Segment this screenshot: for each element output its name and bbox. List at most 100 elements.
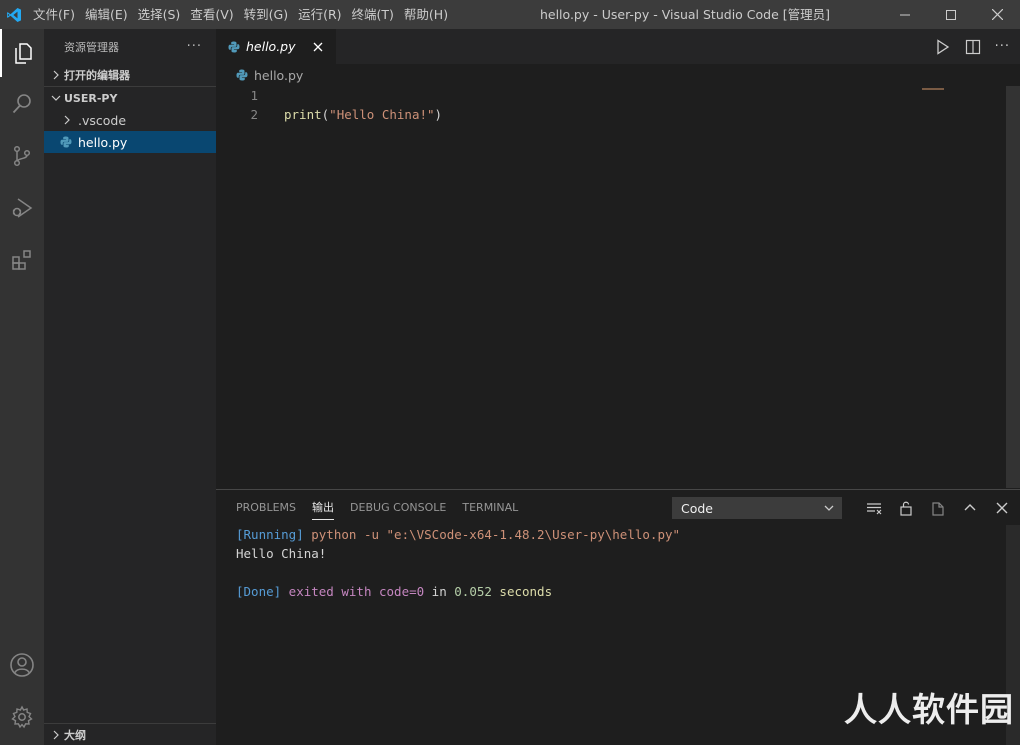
- manage-button[interactable]: [0, 693, 44, 741]
- more-actions-icon[interactable]: ···: [995, 39, 1010, 54]
- settings-gear-icon: [11, 705, 33, 729]
- minimap[interactable]: [922, 88, 944, 90]
- menu-file[interactable]: 文件(F): [28, 0, 80, 29]
- editor-scrollbar[interactable]: [1006, 86, 1020, 488]
- more-actions-button[interactable]: ···: [187, 39, 202, 54]
- close-icon: [996, 502, 1008, 513]
- title-bar: 文件(F) 编辑(E) 选择(S) 查看(V) 转到(G) 运行(R) 终端(T…: [0, 0, 1020, 29]
- editor-tabs: hello.py ···: [216, 29, 1020, 64]
- output-done-time: 0.052: [454, 584, 492, 599]
- chevron-down-icon: [823, 502, 835, 517]
- search-button[interactable]: [0, 80, 44, 128]
- accounts-button[interactable]: [0, 641, 44, 689]
- split-editor-button[interactable]: [965, 39, 981, 55]
- menu-go[interactable]: 转到(G): [239, 0, 293, 29]
- search-icon: [12, 94, 31, 114]
- close-icon: [991, 9, 1003, 20]
- outline-section[interactable]: 大纲: [44, 723, 216, 745]
- minimize-icon: [900, 14, 910, 15]
- code-token-string: "Hello China!": [329, 107, 435, 122]
- open-log-file-icon: [932, 501, 944, 516]
- editor-actions: ···: [935, 29, 1010, 64]
- output-channel-select[interactable]: Code: [672, 497, 842, 519]
- chevron-down-icon: [48, 93, 64, 103]
- window-controls: [882, 0, 1020, 29]
- code-token-function: print: [284, 107, 322, 122]
- output-running-command: python -u "e:\VSCode-x64-1.48.2\User-py\…: [303, 527, 681, 542]
- extensions-icon: [12, 250, 31, 270]
- unlock-icon: [900, 501, 912, 516]
- extensions-button[interactable]: [0, 236, 44, 284]
- menu-terminal[interactable]: 终端(T): [347, 0, 399, 29]
- output-line-running: [Running] python -u "e:\VSCode-x64-1.48.…: [236, 525, 680, 544]
- code-token-paren: ): [434, 107, 443, 122]
- chevron-up-icon: [964, 503, 976, 510]
- code-line: 2 print("Hello China!"): [216, 105, 1004, 124]
- run-debug-icon: [12, 198, 33, 218]
- explorer-button[interactable]: [0, 29, 44, 77]
- chevron-right-icon: [48, 70, 64, 80]
- menu-selection[interactable]: 选择(S): [133, 0, 186, 29]
- maximize-panel-button[interactable]: [960, 498, 980, 518]
- run-file-button[interactable]: [935, 38, 951, 55]
- explorer-sidebar: 资源管理器 ··· 打开的编辑器 USER-PY .vscode hello.p…: [44, 29, 216, 745]
- output-line-done: [Done] exited with code=0 in 0.052 secon…: [236, 582, 552, 601]
- scroll-lock-button[interactable]: [896, 498, 916, 518]
- tree-item-label: .vscode: [78, 112, 127, 128]
- line-number: 1: [250, 88, 258, 103]
- menu-help[interactable]: 帮助(H): [399, 0, 453, 29]
- source-control-button[interactable]: [0, 132, 44, 180]
- run-debug-button[interactable]: [0, 184, 44, 232]
- editor-group: hello.py ··· hello.py 1 2 print("Hello C…: [216, 29, 1020, 488]
- menu-edit[interactable]: 编辑(E): [80, 0, 133, 29]
- clear-output-icon: [867, 502, 882, 514]
- editor-scrollbar-thumb[interactable]: [1006, 86, 1020, 488]
- close-tab-button[interactable]: [310, 39, 326, 55]
- output-done-tag: [Done]: [236, 584, 282, 599]
- output-running-tag: [Running]: [236, 527, 304, 542]
- sidebar-header: 资源管理器 ···: [44, 29, 216, 64]
- tab-terminal[interactable]: TERMINAL: [454, 490, 526, 525]
- activity-bar: [0, 29, 44, 745]
- code-line: 1: [216, 86, 1004, 105]
- chevron-right-icon: [62, 115, 78, 125]
- close-window-button[interactable]: [974, 0, 1020, 29]
- python-file-icon: [228, 41, 240, 53]
- vscode-logo-icon: [0, 0, 28, 29]
- minimize-button[interactable]: [882, 0, 928, 29]
- explorer-icon: [15, 43, 32, 64]
- maximize-icon: [946, 9, 956, 20]
- output-line-result: Hello China!: [236, 546, 327, 561]
- close-icon: [313, 42, 323, 51]
- code-editor[interactable]: 1 2 print("Hello China!"): [216, 86, 1020, 488]
- clear-output-button[interactable]: [864, 498, 884, 518]
- tree-item-hello-py[interactable]: hello.py: [44, 131, 216, 153]
- tab-hello-py[interactable]: hello.py: [216, 29, 336, 64]
- menu-run[interactable]: 运行(R): [293, 0, 346, 29]
- tab-debug-console[interactable]: DEBUG CONSOLE: [342, 490, 454, 525]
- output-channel-value: Code: [681, 500, 714, 516]
- folder-section[interactable]: USER-PY: [44, 87, 216, 109]
- breadcrumb[interactable]: hello.py: [216, 64, 1020, 86]
- maximize-button[interactable]: [928, 0, 974, 29]
- tree-item-vscode[interactable]: .vscode: [44, 109, 216, 131]
- open-log-button[interactable]: [928, 498, 948, 518]
- output-done-code: code=0: [379, 584, 425, 599]
- chevron-right-icon: [48, 730, 64, 740]
- tab-output[interactable]: 输出: [304, 490, 342, 525]
- tab-problems[interactable]: PROBLEMS: [228, 490, 304, 525]
- sidebar-title: 资源管理器: [64, 40, 119, 54]
- line-number: 2: [250, 107, 258, 122]
- outline-label: 大纲: [64, 729, 86, 742]
- python-file-icon: [236, 69, 248, 81]
- menu-bar: 文件(F) 编辑(E) 选择(S) 查看(V) 转到(G) 运行(R) 终端(T…: [28, 0, 453, 29]
- output-done-seconds: seconds: [491, 584, 553, 599]
- folder-name: USER-PY: [64, 91, 118, 105]
- source-control-icon: [13, 145, 31, 167]
- watermark: 人人软件园: [844, 690, 1014, 729]
- open-editors-section[interactable]: 打开的编辑器: [44, 64, 216, 86]
- split-editor-icon: [965, 39, 980, 54]
- close-panel-button[interactable]: [992, 498, 1012, 518]
- tab-label: hello.py: [246, 39, 296, 54]
- menu-view[interactable]: 查看(V): [185, 0, 238, 29]
